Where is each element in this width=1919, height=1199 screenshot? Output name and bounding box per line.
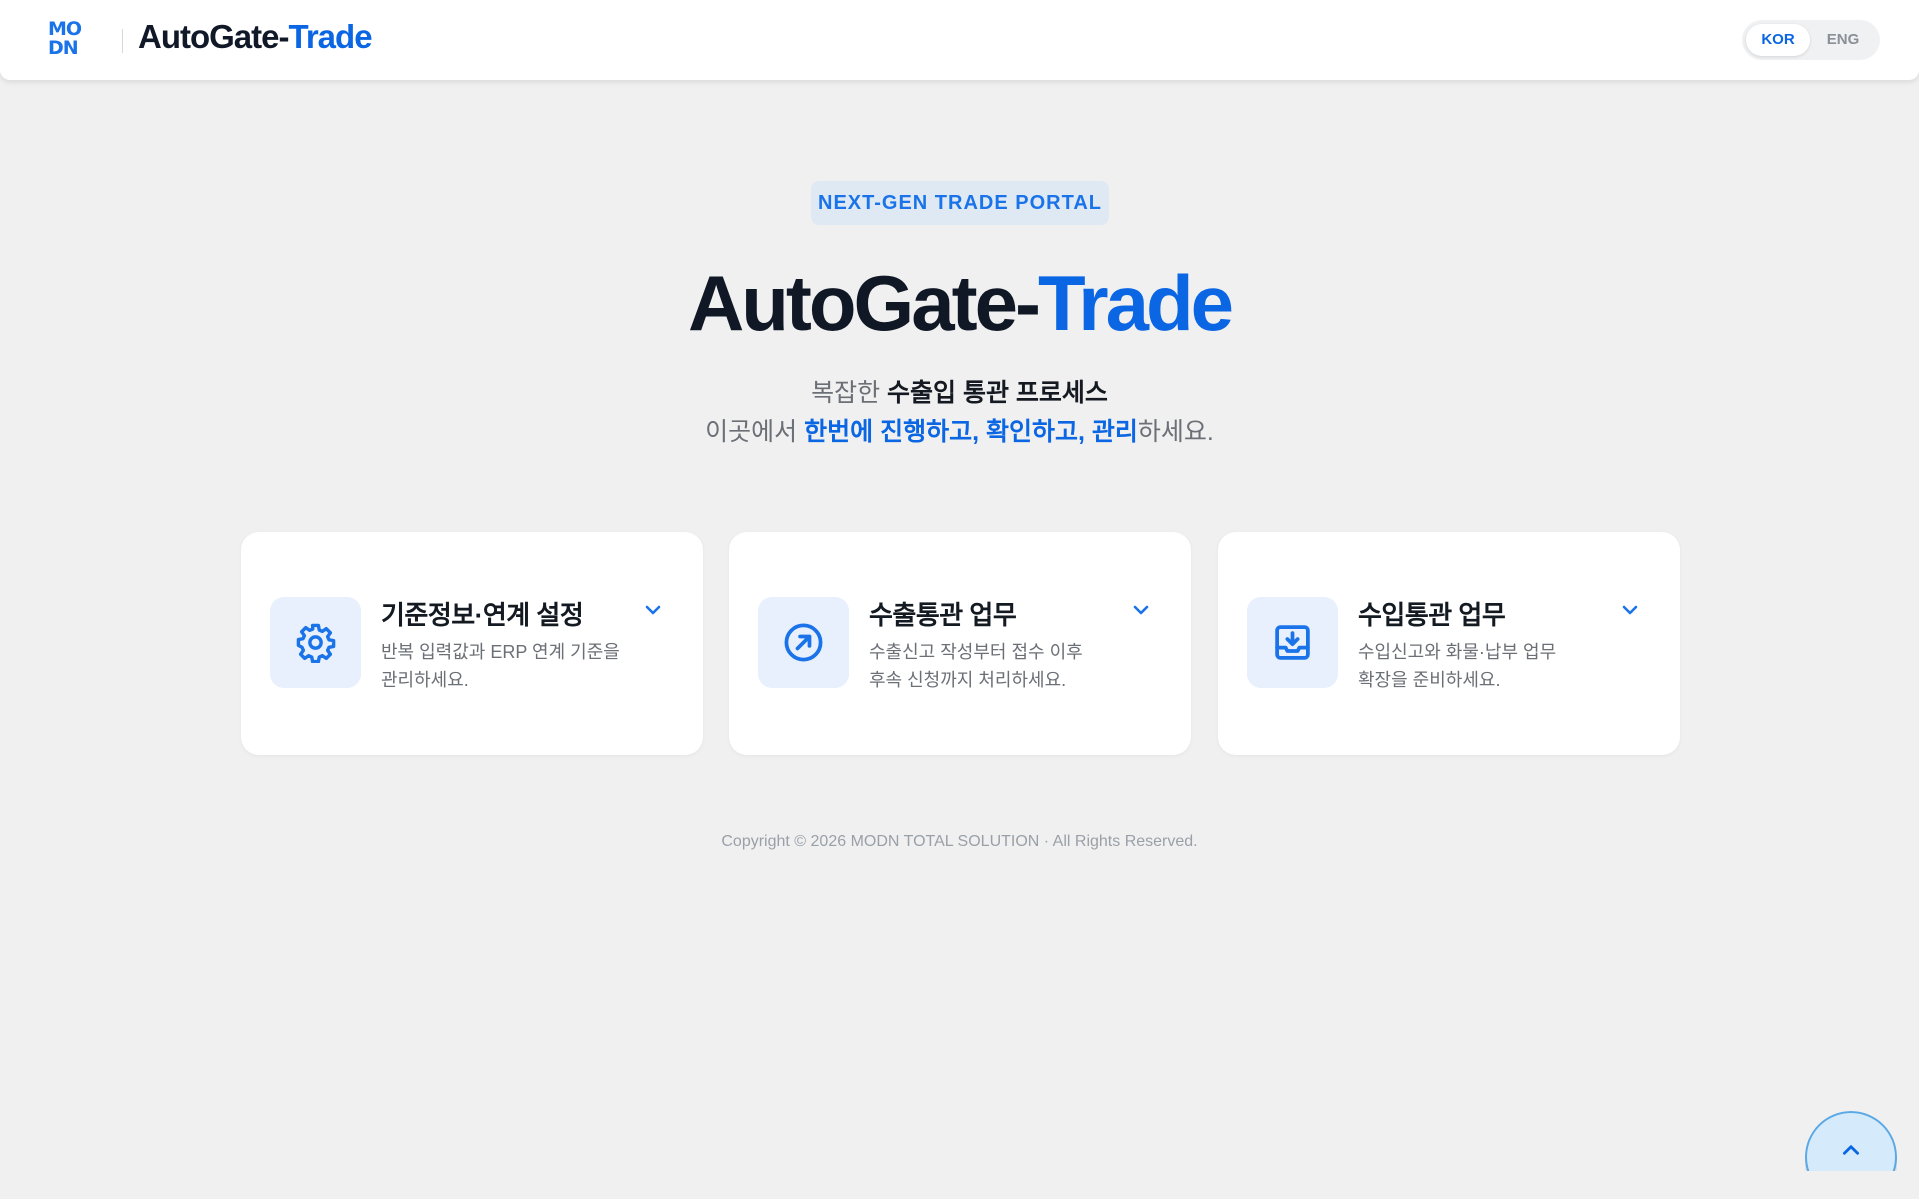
chevron-up-icon (1842, 1145, 1860, 1155)
gear-icon (296, 623, 336, 663)
subtitle1-strong: 수출입 통관 프로세스 (887, 379, 1108, 407)
scroll-to-top-wrapper (1805, 1111, 1897, 1171)
header-divider (122, 29, 123, 53)
hero-badge: NEXT-GEN TRADE PORTAL (811, 181, 1109, 225)
card-desc-line2: 후속 신청까지 처리하세요. (869, 670, 1067, 690)
card-import-clearance[interactable]: 수입통관 업무 수입신고와 화물·납부 업무 확장을 준비하세요. (1218, 532, 1680, 755)
card-desc-line2: 관리하세요. (381, 670, 469, 690)
language-toggle: KOR ENG (1742, 20, 1880, 60)
app-title-dark: AutoGate- (138, 18, 289, 55)
card-desc-line1: 수출신고 작성부터 접수 이후 (869, 642, 1083, 662)
scroll-to-top-button[interactable] (1805, 1111, 1897, 1171)
card-title: 기준정보·연계 설정 (381, 600, 584, 630)
subtitle2-plain-end: 하세요. (1137, 418, 1214, 446)
card-icon-box (758, 597, 849, 688)
card-desc-line1: 반복 입력값과 ERP 연계 기준을 (381, 642, 620, 662)
lang-eng-button[interactable]: ENG (1811, 24, 1875, 56)
app-title[interactable]: AutoGate-Trade (138, 18, 373, 56)
card-description: 수입신고와 화물·납부 업무 확장을 준비하세요. (1358, 638, 1628, 694)
lang-kor-button[interactable]: KOR (1746, 24, 1810, 56)
chevron-down-icon[interactable] (643, 600, 663, 620)
logo-text-top: MO (48, 18, 82, 40)
hero-title: AutoGate-Trade (0, 258, 1919, 348)
chevron-down-icon[interactable] (1620, 600, 1640, 620)
logo-text-bottom: DN (48, 37, 79, 59)
footer-copyright: Copyright © 2026 MODN TOTAL SOLUTION · A… (721, 833, 1198, 850)
card-title: 수출통관 업무 (869, 600, 1017, 630)
card-desc-line2: 확장을 준비하세요. (1358, 670, 1501, 690)
card-description: 수출신고 작성부터 접수 이후 후속 신청까지 처리하세요. (869, 638, 1139, 694)
subtitle1-plain: 복잡한 (811, 379, 888, 407)
card-icon-box (270, 597, 361, 688)
hero-title-blue: Trade (1037, 259, 1234, 347)
card-title: 수입통관 업무 (1358, 600, 1506, 630)
card-master-data-settings[interactable]: 기준정보·연계 설정 반복 입력값과 ERP 연계 기준을 관리하세요. (241, 532, 703, 755)
subtitle2-plain-start: 이곳에서 (705, 418, 805, 446)
app-title-blue: Trade (288, 18, 373, 55)
card-export-clearance[interactable]: 수출통관 업무 수출신고 작성부터 접수 이후 후속 신청까지 처리하세요. (729, 532, 1191, 755)
chevron-down-icon[interactable] (1131, 600, 1151, 620)
hero-subtitle-line2: 이곳에서 한번에 진행하고, 확인하고, 관리하세요. (0, 415, 1919, 449)
inbox-download-icon (1275, 625, 1310, 660)
arrow-up-right-circle-icon (784, 623, 823, 662)
hero-title-dark: AutoGate- (687, 259, 1041, 347)
hero-subtitle-line1: 복잡한 수출입 통관 프로세스 (0, 376, 1919, 410)
modn-logo[interactable]: MO DN (48, 20, 86, 60)
top-header: MO DN AutoGate-Trade KOR ENG (0, 0, 1919, 80)
subtitle2-strong: 한번에 진행하고, 확인하고, 관리 (804, 418, 1138, 446)
card-desc-line1: 수입신고와 화물·납부 업무 (1358, 642, 1557, 662)
card-icon-box (1247, 597, 1338, 688)
card-description: 반복 입력값과 ERP 연계 기준을 관리하세요. (381, 638, 651, 694)
